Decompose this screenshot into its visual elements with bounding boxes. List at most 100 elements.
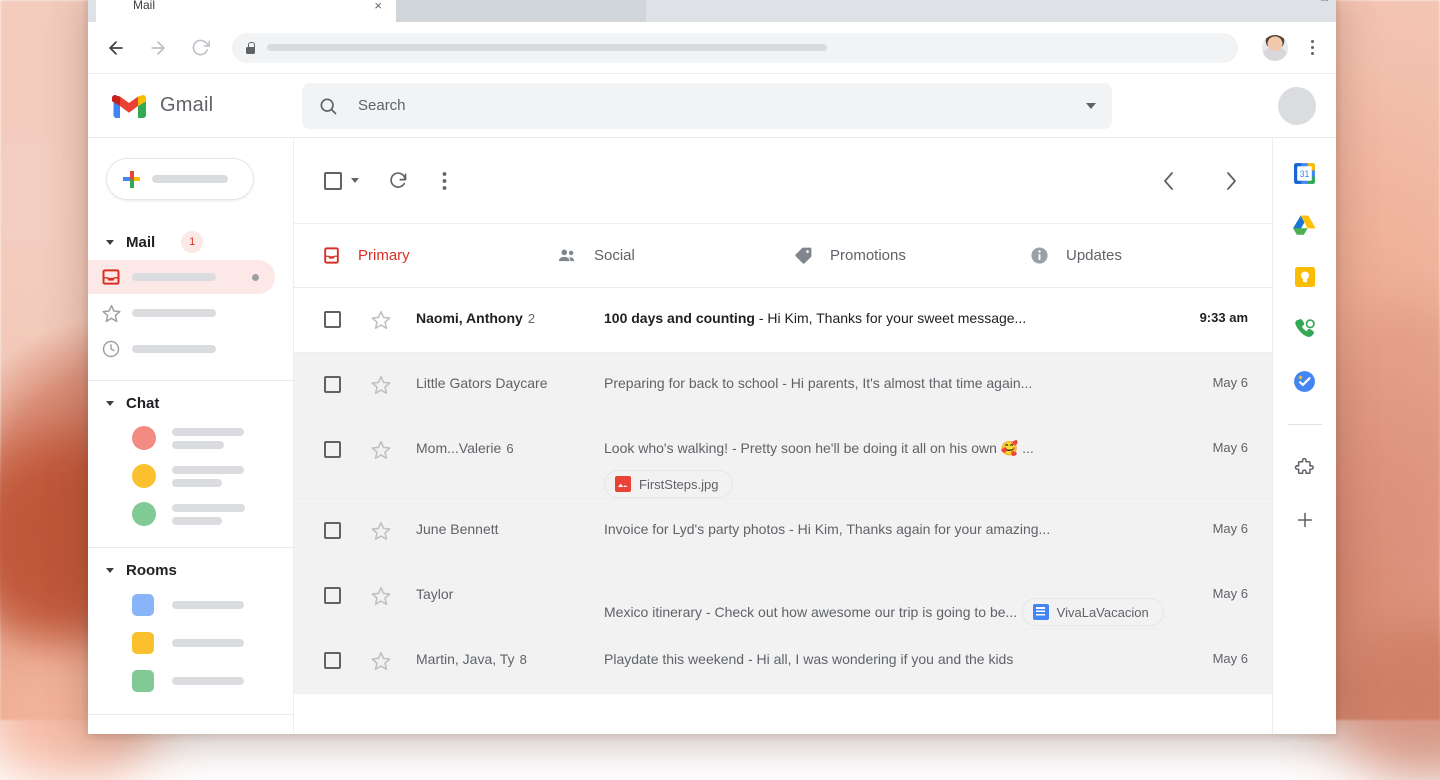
back-icon[interactable]: [102, 34, 130, 62]
sidebar-item-inbox[interactable]: [88, 260, 275, 294]
avatar: [132, 632, 154, 654]
room-placeholder: [172, 677, 244, 685]
people-icon: [556, 245, 578, 267]
chat-contact-item[interactable]: [88, 457, 293, 495]
document-file-icon: [1033, 604, 1049, 620]
chevron-down-icon[interactable]: [106, 401, 114, 406]
tab-primary[interactable]: Primary: [320, 224, 556, 287]
google-keep-icon[interactable]: [1292, 264, 1318, 290]
compose-button[interactable]: [106, 158, 254, 200]
star-icon[interactable]: [370, 564, 416, 612]
row-select-checkbox[interactable]: [324, 353, 370, 393]
lock-icon: [246, 42, 255, 54]
chrome-profile-avatar[interactable]: [1262, 35, 1288, 61]
minimize-icon[interactable]: –: [1299, 0, 1305, 4]
email-subject: Look who's walking!: [604, 440, 728, 456]
google-drive-icon[interactable]: [1292, 212, 1318, 238]
star-icon[interactable]: [370, 288, 416, 336]
section-title: Chat: [126, 395, 159, 412]
table-row[interactable]: Little Gators Daycare Preparing for back…: [294, 353, 1272, 418]
tab-social[interactable]: Social: [556, 224, 792, 287]
reload-icon[interactable]: [186, 34, 214, 62]
sidebar-section-rooms[interactable]: Rooms: [88, 554, 293, 586]
sidebar: Mail 1: [88, 138, 294, 734]
google-calendar-icon[interactable]: 31: [1292, 160, 1318, 186]
search-icon: [318, 96, 338, 116]
previous-page-icon[interactable]: [1152, 164, 1186, 198]
room-item[interactable]: [88, 586, 293, 624]
search-input[interactable]: Search: [302, 83, 1112, 129]
email-sender: Naomi, Anthony2: [416, 288, 604, 326]
room-item[interactable]: [88, 624, 293, 662]
attachment-name: VivaLaVacacion: [1057, 605, 1149, 620]
table-row[interactable]: Naomi, Anthony2 100 days and counting - …: [294, 288, 1272, 353]
sidebar-divider: [88, 547, 293, 548]
sidebar-item-label: [132, 345, 216, 353]
tab-updates[interactable]: Updates: [1028, 224, 1264, 287]
email-sender: Martin, Java, Ty8: [416, 629, 604, 667]
chevron-down-icon[interactable]: [106, 568, 114, 573]
search-placeholder: Search: [358, 97, 1066, 114]
attachment-chip[interactable]: FirstSteps.jpg: [604, 470, 733, 498]
inbox-icon: [100, 266, 122, 288]
room-item[interactable]: [88, 662, 293, 700]
row-select-checkbox[interactable]: [324, 564, 370, 604]
tab-promotions[interactable]: Promotions: [792, 224, 1028, 287]
star-icon[interactable]: [370, 353, 416, 401]
chevron-down-icon[interactable]: [106, 240, 114, 245]
row-select-checkbox[interactable]: [324, 288, 370, 328]
table-row[interactable]: June Bennett Invoice for Lyd's party pho…: [294, 499, 1272, 564]
get-addons-puzzle-icon[interactable]: [1292, 455, 1318, 481]
side-panel-divider: [1288, 424, 1322, 425]
avatar: [132, 502, 156, 526]
chat-contact-item[interactable]: [88, 495, 293, 533]
google-tasks-icon[interactable]: [1292, 368, 1318, 394]
table-row[interactable]: Mom...Valerie6 Look who's walking! - Pre…: [294, 418, 1272, 499]
browser-tab-strip: Mail × – □: [88, 0, 1336, 22]
gmail-brand[interactable]: Gmail: [112, 93, 292, 119]
row-select-checkbox[interactable]: [324, 499, 370, 539]
row-select-checkbox[interactable]: [324, 418, 370, 458]
email-snippet: - Hi Kim, Thanks for your sweet message.…: [755, 310, 1026, 326]
star-icon[interactable]: [370, 629, 416, 677]
chat-contact-placeholder: [172, 504, 245, 525]
email-body: Look who's walking! - Pretty soon he'll …: [604, 418, 1164, 498]
side-panel: 31: [1272, 138, 1336, 734]
table-row[interactable]: Martin, Java, Ty8 Playdate this weekend …: [294, 629, 1272, 694]
sidebar-section-mail[interactable]: Mail 1: [88, 226, 293, 258]
close-icon[interactable]: ×: [374, 0, 382, 13]
mail-unread-badge: 1: [181, 231, 203, 253]
browser-tab-secondary[interactable]: [396, 0, 646, 22]
tab-title: Mail: [133, 0, 155, 12]
next-page-icon[interactable]: [1214, 164, 1248, 198]
browser-toolbar: [88, 22, 1336, 74]
more-options-icon[interactable]: [427, 164, 461, 198]
sidebar-item-starred[interactable]: [88, 296, 275, 330]
select-all-checkbox[interactable]: [324, 172, 342, 190]
chat-contact-item[interactable]: [88, 419, 293, 457]
attachment-chip[interactable]: VivaLaVacacion: [1022, 598, 1164, 626]
email-snippet: - Hi Kim, Thanks again for your amazing.…: [785, 521, 1050, 537]
chrome-menu-icon[interactable]: [1302, 40, 1322, 55]
star-icon[interactable]: [370, 499, 416, 547]
avatar: [132, 464, 156, 488]
star-icon[interactable]: [370, 418, 416, 466]
google-voice-icon[interactable]: [1292, 316, 1318, 342]
select-dropdown-caret[interactable]: [351, 178, 359, 183]
table-row[interactable]: Taylor Mexico itinerary - Check out how …: [294, 564, 1272, 629]
sidebar-section-chat[interactable]: Chat: [88, 387, 293, 419]
maximize-icon[interactable]: □: [1321, 0, 1328, 4]
browser-tab-mail[interactable]: Mail ×: [96, 0, 396, 22]
wallpaper-blob: [1320, 620, 1440, 780]
email-subject: Invoice for Lyd's party photos: [604, 521, 785, 537]
add-app-icon[interactable]: [1292, 507, 1318, 533]
google-account-avatar[interactable]: [1278, 87, 1316, 125]
row-select-checkbox[interactable]: [324, 629, 370, 669]
address-bar[interactable]: [232, 33, 1238, 63]
chevron-down-icon[interactable]: [1086, 103, 1096, 109]
unread-dot-icon: [252, 274, 259, 281]
url-text: [267, 44, 827, 51]
refresh-icon[interactable]: [381, 164, 415, 198]
email-sender: Mom...Valerie6: [416, 418, 604, 456]
sidebar-item-snoozed[interactable]: [88, 332, 275, 366]
